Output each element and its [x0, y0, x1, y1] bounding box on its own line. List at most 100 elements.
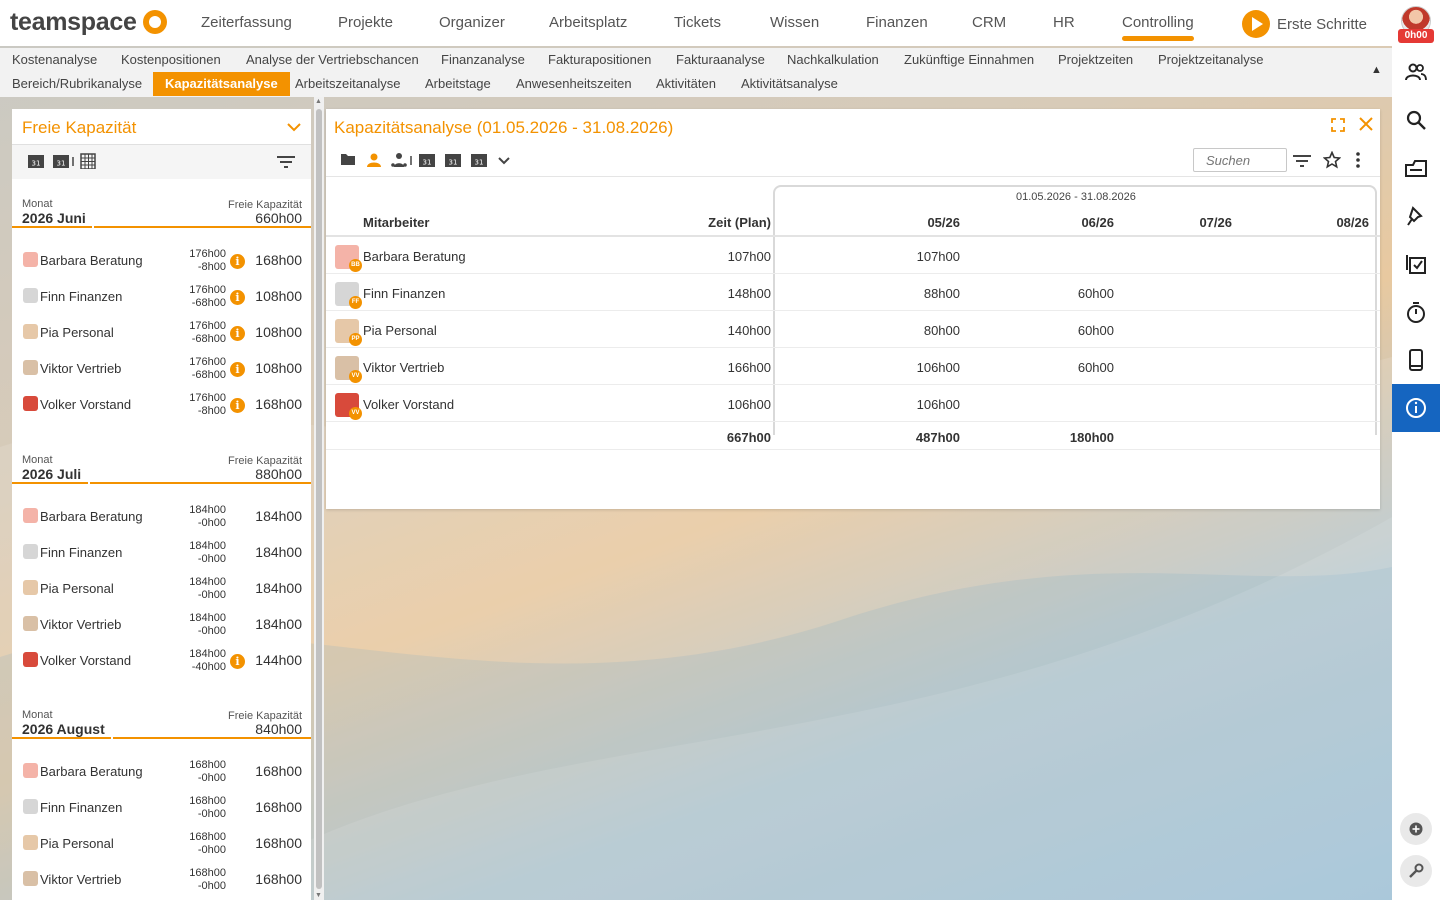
capacity-row[interactable]: Pia Personal 176h00 -68h00 i 108h00	[12, 312, 311, 348]
capacity-row[interactable]: Volker Vorstand 184h00 -40h00 i 144h00	[12, 640, 311, 676]
capacity-row[interactable]: Finn Finanzen 176h00 -68h00 i 108h00	[12, 276, 311, 312]
nav-item-wissen[interactable]: Wissen	[770, 14, 819, 31]
table-row[interactable]: VV Viktor Vertrieb 166h00 106h00 60h00	[326, 348, 1380, 385]
capacity-row[interactable]: Barbara Beratung 184h00 -0h00 184h00	[12, 496, 311, 532]
nav-item-arbeitsplatz[interactable]: Arbeitsplatz	[549, 14, 627, 31]
add-circle-icon[interactable]	[1400, 813, 1432, 845]
col-header-0526[interactable]: 05/26	[927, 215, 960, 230]
subnav-bereich-rubrikanalyse[interactable]: Bereich/Rubrikanalyse	[0, 72, 154, 96]
calendar-week-icon[interactable]: 31	[418, 152, 436, 173]
calendar-quarter-icon[interactable]: 31	[470, 152, 488, 173]
nav-item-hr[interactable]: HR	[1053, 14, 1075, 31]
left-panel-scrollbar[interactable]: ▲ ▼	[314, 97, 324, 900]
capacity-row[interactable]: Pia Personal 184h00 -0h00 184h00	[12, 568, 311, 604]
stopwatch-icon[interactable]	[1392, 288, 1440, 336]
search-icon[interactable]	[1392, 96, 1440, 144]
filter-icon[interactable]	[1292, 154, 1312, 173]
capacity-row[interactable]: Viktor Vertrieb 176h00 -68h00 i 108h00	[12, 348, 311, 384]
scrollbar-thumb[interactable]	[316, 109, 322, 889]
people-icon[interactable]	[1392, 48, 1440, 96]
expand-icon[interactable]	[1331, 118, 1345, 137]
nav-item-crm[interactable]: CRM	[972, 14, 1006, 31]
nav-item-organizer[interactable]: Organizer	[439, 14, 505, 31]
more-vertical-icon[interactable]	[1355, 151, 1361, 174]
table-row[interactable]: PP Pia Personal 140h00 80h00 60h00	[326, 311, 1380, 348]
nav-item-projekte[interactable]: Projekte	[338, 14, 393, 31]
timer-badge[interactable]: 0h00	[1398, 29, 1434, 43]
calendar-month-icon[interactable]: 31	[52, 153, 70, 174]
info-icon[interactable]: i	[230, 654, 245, 669]
subnav-vertriebschancen[interactable]: Analyse der Vertriebschancen	[234, 48, 431, 72]
table-row[interactable]: BB Barbara Beratung 107h00 107h00	[326, 237, 1380, 274]
org-chart-icon[interactable]	[391, 152, 407, 173]
nav-item-tickets[interactable]: Tickets	[674, 14, 721, 31]
info-icon[interactable]: i	[230, 254, 245, 269]
subnav-nachkalkulation[interactable]: Nachkalkulation	[775, 48, 891, 72]
col-header-mitarbeiter[interactable]: Mitarbeiter	[363, 215, 429, 230]
capacity-row[interactable]: Viktor Vertrieb 168h00 -0h00 168h00	[12, 859, 311, 895]
capacity-row[interactable]: Barbara Beratung 168h00 -0h00 168h00	[12, 751, 311, 787]
col-header-zeit-plan[interactable]: Zeit (Plan)	[708, 215, 771, 230]
table-row[interactable]: FF Finn Finanzen 148h00 88h00 60h00	[326, 274, 1380, 311]
subnav-aktivitaeten[interactable]: Aktivitäten	[644, 72, 728, 96]
subnav-projektzeitanalyse[interactable]: Projektzeitanalyse	[1146, 48, 1276, 72]
subnav-kostenanalyse[interactable]: Kostenanalyse	[0, 48, 109, 72]
nav-item-finanzen[interactable]: Finanzen	[866, 14, 928, 31]
mobile-icon[interactable]	[1392, 336, 1440, 384]
nav-item-zeiterfassung[interactable]: Zeiterfassung	[201, 14, 292, 31]
capacity-row[interactable]: Barbara Beratung 176h00 -8h00 i 168h00	[12, 240, 311, 276]
separator-icon	[409, 152, 413, 173]
subnav-aktivitaetsanalyse[interactable]: Aktivitätsanalyse	[729, 72, 850, 96]
capacity-row[interactable]: Finn Finanzen 168h00 -0h00 168h00	[12, 787, 311, 823]
star-icon[interactable]	[1322, 150, 1342, 174]
subnav-kapazitaetsanalyse[interactable]: Kapazitätsanalyse	[153, 72, 290, 96]
info-icon[interactable]: i	[230, 290, 245, 305]
capacity-values: 176h00 -8h00	[189, 392, 226, 417]
capacity-row[interactable]: Viktor Vertrieb 184h00 -0h00 184h00	[12, 604, 311, 640]
filter-icon[interactable]	[276, 155, 296, 174]
free-value: 168h00	[255, 396, 302, 412]
capacity-row[interactable]: Volker Vorstand 176h00 -8h00 i 168h00	[12, 384, 311, 420]
search-input[interactable]	[1193, 148, 1287, 172]
app-logo[interactable]: teamspace	[10, 8, 137, 37]
calendar-month-icon[interactable]: 31	[444, 152, 462, 173]
chevron-down-icon[interactable]	[287, 119, 301, 137]
info-icon[interactable]	[1392, 384, 1440, 432]
total-0626: 180h00	[1069, 430, 1114, 445]
close-icon[interactable]	[1358, 116, 1374, 137]
subnav-finanzanalyse[interactable]: Finanzanalyse	[429, 48, 537, 72]
calendar-grid-icon[interactable]	[80, 153, 96, 174]
inbox-icon[interactable]	[1392, 144, 1440, 192]
free-value: 144h00	[255, 652, 302, 668]
subnav-fakturaanalyse[interactable]: Fakturaanalyse	[664, 48, 777, 72]
subnav-anwesenheitszeiten[interactable]: Anwesenheitszeiten	[504, 72, 644, 96]
col-header-0726[interactable]: 07/26	[1199, 215, 1232, 230]
scroll-up-icon[interactable]: ▲	[315, 98, 322, 105]
subnav-fakturapositionen[interactable]: Fakturapositionen	[536, 48, 663, 72]
col-header-0826[interactable]: 08/26	[1336, 215, 1369, 230]
capacity-row[interactable]: Finn Finanzen 184h00 -0h00 184h00	[12, 532, 311, 568]
person-icon[interactable]	[366, 152, 382, 173]
info-icon[interactable]: i	[230, 362, 245, 377]
checklist-icon[interactable]	[1392, 240, 1440, 288]
wrench-icon[interactable]	[1400, 855, 1432, 887]
info-icon[interactable]: i	[230, 326, 245, 341]
first-steps-button[interactable]: Erste Schritte	[1242, 10, 1367, 38]
pin-icon[interactable]	[1392, 192, 1440, 240]
subnav-zukuenftige-einnahmen[interactable]: Zukünftige Einnahmen	[892, 48, 1046, 72]
collapse-subnav-icon[interactable]: ▲	[1371, 64, 1382, 76]
subnav-arbeitszeitanalyse[interactable]: Arbeitszeitanalyse	[283, 72, 413, 96]
scroll-down-icon[interactable]: ▼	[315, 892, 322, 899]
col-header-0626[interactable]: 06/26	[1081, 215, 1114, 230]
chevron-down-icon[interactable]	[497, 152, 511, 173]
nav-item-controlling[interactable]: Controlling	[1122, 14, 1194, 41]
calendar-week-icon[interactable]: 31	[27, 153, 45, 174]
info-icon[interactable]: i	[230, 398, 245, 413]
month-value: 2026 Juni	[22, 210, 86, 226]
subnav-kostenpositionen[interactable]: Kostenpositionen	[109, 48, 233, 72]
table-row[interactable]: VV Volker Vorstand 106h00 106h00	[326, 385, 1380, 422]
subnav-arbeitstage[interactable]: Arbeitstage	[413, 72, 503, 96]
subnav-projektzeiten[interactable]: Projektzeiten	[1046, 48, 1145, 72]
capacity-row[interactable]: Pia Personal 168h00 -0h00 168h00	[12, 823, 311, 859]
folder-icon[interactable]	[340, 152, 356, 171]
